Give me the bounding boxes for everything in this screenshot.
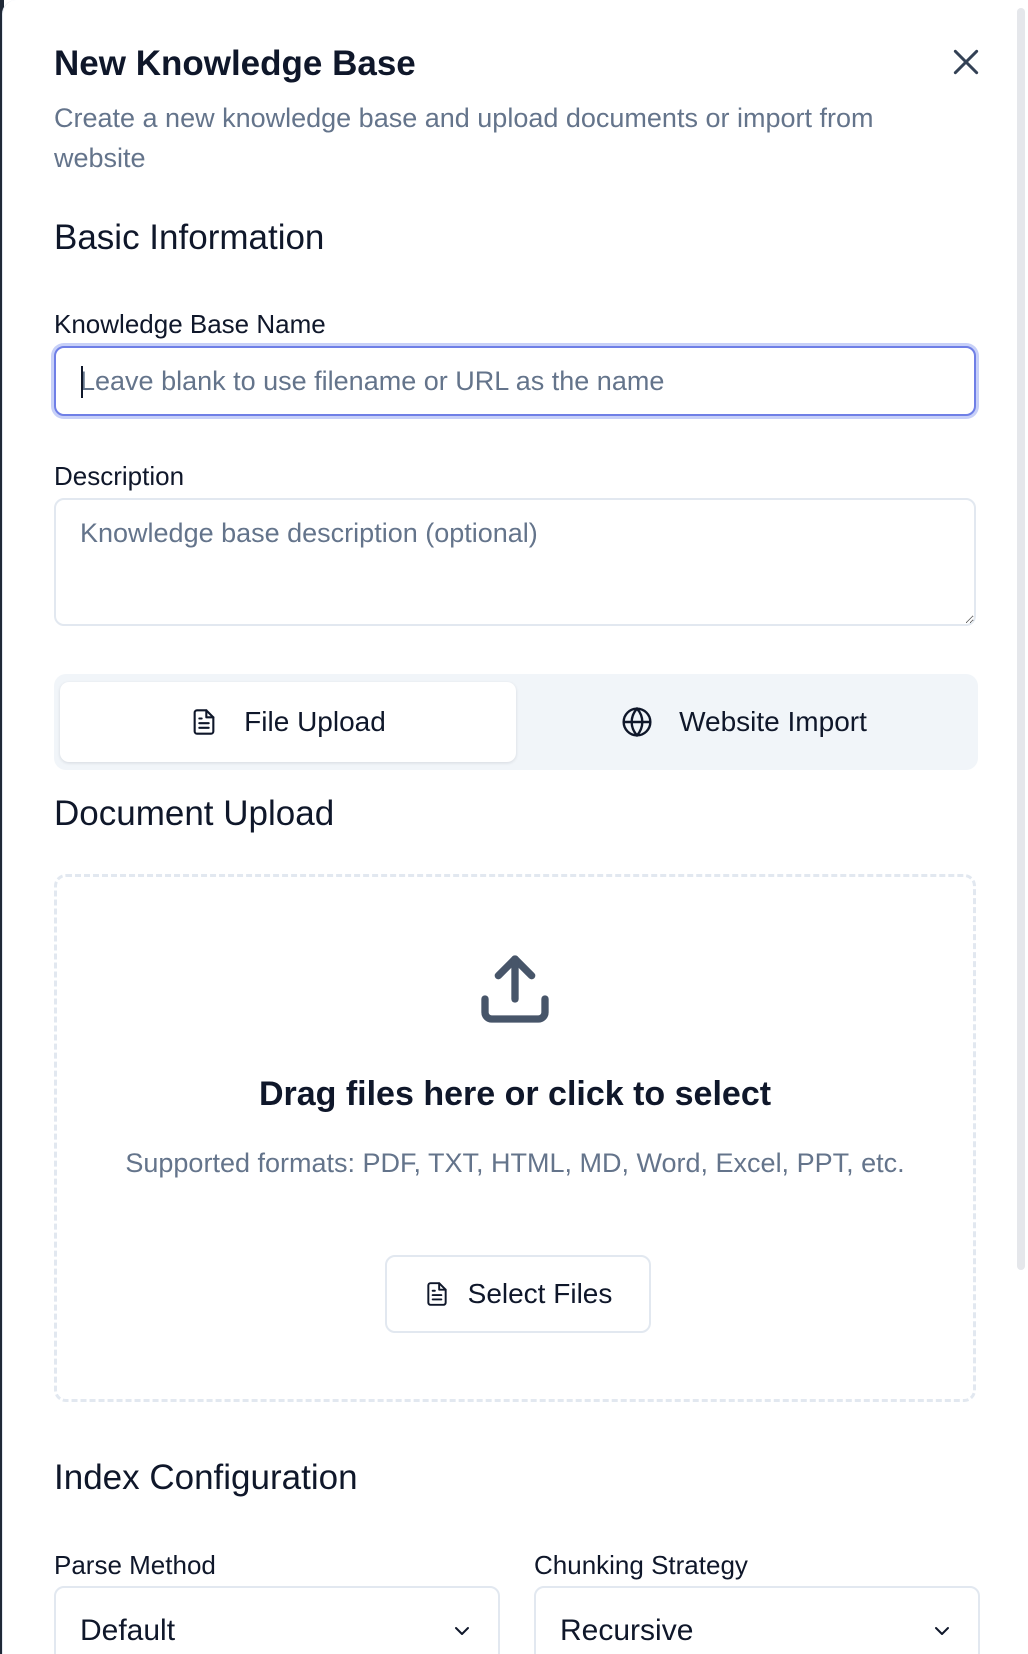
- chunking-strategy-label: Chunking Strategy: [534, 1550, 748, 1580]
- knowledge-base-name-input[interactable]: [54, 346, 976, 416]
- select-files-button[interactable]: Select Files: [385, 1255, 651, 1333]
- chevron-down-icon: [935, 1627, 949, 1635]
- supported-formats-text: Supported formats: PDF, TXT, HTML, MD, W…: [125, 1148, 905, 1178]
- close-icon: [953, 49, 979, 75]
- close-button[interactable]: [944, 40, 988, 84]
- basic-information-heading: Basic Information: [54, 218, 325, 257]
- dialog-title: New Knowledge Base: [54, 44, 416, 83]
- tab-file-upload-label: File Upload: [244, 706, 386, 737]
- tab-website-import[interactable]: Website Import: [516, 682, 972, 762]
- file-icon: [426, 1282, 447, 1306]
- parse-method-value: Default: [80, 1614, 176, 1647]
- name-label: Knowledge Base Name: [54, 309, 326, 339]
- tab-file-upload[interactable]: File Upload: [60, 682, 516, 762]
- scrollbar[interactable]: [1017, 8, 1025, 1270]
- file-dropzone[interactable]: Drag files here or click to select Suppo…: [54, 874, 976, 1402]
- parse-method-select[interactable]: Default: [54, 1586, 500, 1654]
- dialog-subtitle: Create a new knowledge base and upload d…: [54, 103, 874, 173]
- document-upload-heading: Document Upload: [54, 794, 335, 833]
- tab-website-import-label: Website Import: [679, 706, 867, 737]
- description-input[interactable]: [54, 498, 976, 626]
- new-knowledge-base-dialog: New Knowledge Base Create a new knowledg…: [2, 0, 1028, 1654]
- file-icon: [193, 709, 215, 735]
- chunking-strategy-value: Recursive: [560, 1614, 694, 1647]
- parse-method-label: Parse Method: [54, 1550, 216, 1580]
- source-tabs: File Upload Website Import: [54, 674, 978, 770]
- upload-icon: [481, 955, 549, 1023]
- chunking-strategy-select[interactable]: Recursive: [534, 1586, 980, 1654]
- globe-icon: [622, 706, 652, 738]
- description-label: Description: [54, 461, 185, 491]
- select-files-label: Select Files: [467, 1278, 613, 1309]
- text-caret: [81, 366, 83, 398]
- index-configuration-heading: Index Configuration: [54, 1458, 358, 1497]
- dropzone-title: Drag files here or click to select: [258, 1075, 772, 1113]
- chevron-down-icon: [455, 1627, 469, 1635]
